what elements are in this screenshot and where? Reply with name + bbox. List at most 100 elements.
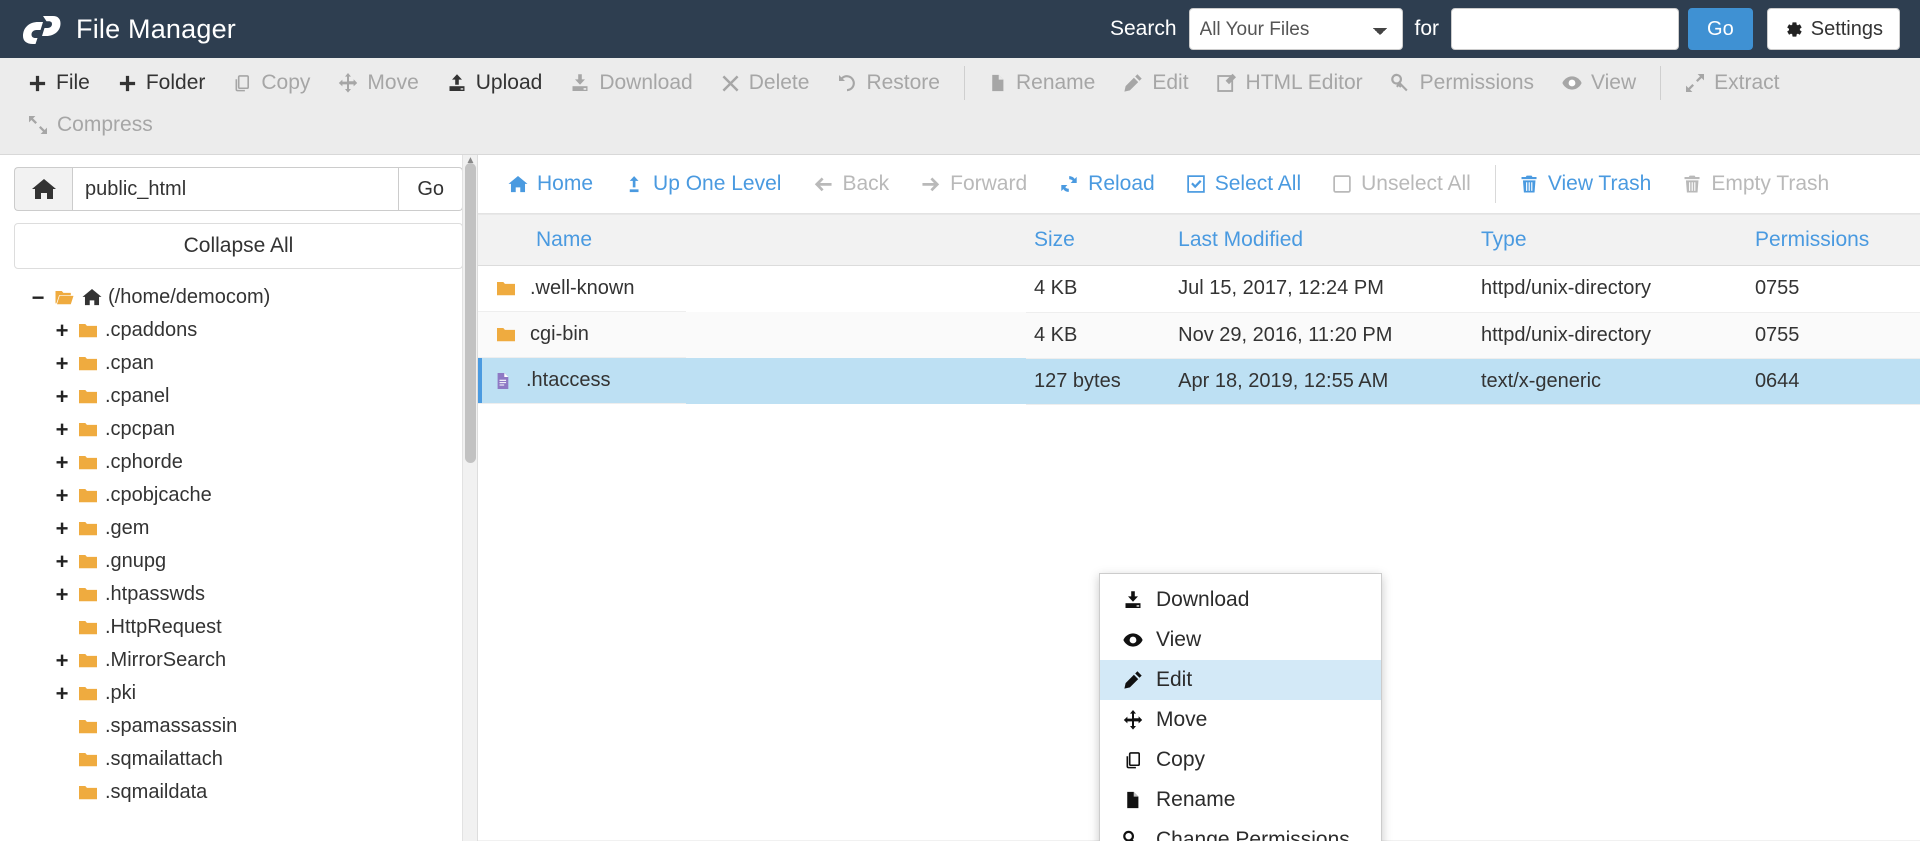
nav-reload-button[interactable]: Reload [1043,166,1171,202]
nav-item-label: View Trash [1547,172,1652,195]
tree-node-htpasswds[interactable]: + .htpasswds [0,578,477,611]
main-panel: Home Up One Level Back Forward Reload Select … [478,155,1920,841]
tree-toggle-icon[interactable]: + [52,385,72,408]
tree-node-pki[interactable]: + .pki [0,677,477,710]
tree-toggle-icon[interactable]: + [52,682,72,705]
column-header-type[interactable]: Type [1472,214,1747,266]
folder-icon [78,355,98,373]
file-name-cell[interactable]: .well-known [478,266,687,312]
toolbar-upload-button[interactable]: Upload [433,64,557,102]
tree-toggle-icon[interactable]: + [52,484,72,507]
toolbar-item-label: Upload [475,71,543,94]
arrow-left-icon [813,175,833,194]
tree-node-spamassassin[interactable]: +.spamassassin [0,710,477,743]
tree-toggle-icon[interactable]: + [52,319,72,342]
collapse-all-button[interactable]: Collapse All [14,223,463,269]
toolbar-permissions-button: Permissions [1377,64,1548,102]
tree-toggle-icon[interactable]: + [52,451,72,474]
context-menu-view-item[interactable]: View [1100,620,1381,660]
tree-toggle-icon[interactable]: + [52,418,72,441]
file-modified-cell: Nov 29, 2016, 11:20 PM [1170,312,1473,359]
file-name-label: .well-known [530,277,635,299]
brand: File Manager [20,12,236,46]
tree-toggle-icon[interactable]: + [52,583,72,606]
file-modified-cell: Apr 18, 2019, 12:55 AM [1170,358,1473,405]
tree-node-sqmaildata[interactable]: +.sqmaildata [0,776,477,809]
file-size-cell: 4 KB [1025,265,1171,313]
compress-icon [28,115,48,135]
file-name-cell[interactable]: .htaccess [478,358,687,404]
nav-home-button[interactable]: Home [492,166,609,202]
column-header-size[interactable]: Size [1025,214,1171,266]
tree-node-cphorde[interactable]: + .cphorde [0,446,477,479]
context-menu-move-item[interactable]: Move [1100,700,1381,740]
tree-node-cpcpan[interactable]: + .cpcpan [0,413,477,446]
toolbar-folder-button[interactable]: Folder [104,64,220,102]
file-permissions-cell: 0755 [1746,312,1920,359]
column-header-last-modified[interactable]: Last Modified [1170,214,1473,266]
path-go-button[interactable]: Go [399,167,463,211]
nav-item-label: Empty Trash [1711,172,1830,195]
tree-node-home-democom[interactable]: − (/home/democom) [0,281,477,314]
tree-node-label: .cphorde [105,451,183,473]
arrow-up-icon [625,175,644,194]
nav-up-one-level-button[interactable]: Up One Level [609,166,797,202]
search-scope-select[interactable]: All Your Files [1188,8,1403,50]
header-search-area: Search All Your Files for Go Settings [1098,8,1900,50]
file-name-cell[interactable]: cgi-bin [478,312,687,358]
sidebar-scroll-thumb[interactable] [465,163,476,463]
path-input[interactable] [72,167,400,211]
file-table-header-row: Name Size Last Modified Type Permissions [478,214,1920,266]
tree-node-sqmailattach[interactable]: +.sqmailattach [0,743,477,776]
undo-icon [837,73,857,93]
sidebar-scrollbar[interactable]: ▲ ▼ [462,155,477,841]
nav-view-trash-button[interactable]: View Trash [1504,166,1668,202]
context-menu-edit-item[interactable]: Edit [1100,660,1381,700]
toolbar-download-button: Download [556,64,706,102]
tree-toggle-icon[interactable]: − [28,286,48,309]
body-split: Go Collapse All − (/home/democom) + .cpaddo… [0,155,1920,841]
table-row[interactable]: cgi-bin 4 KB Nov 29, 2016, 11:20 PM http… [478,312,1920,359]
tree-node-cpobjcache[interactable]: + .cpobjcache [0,479,477,512]
checkbox-empty-icon [1333,174,1352,194]
key-icon [1122,830,1144,841]
tree-toggle-icon[interactable]: + [52,550,72,573]
tree-node-mirrorsearch[interactable]: + .MirrorSearch [0,644,477,677]
tree-toggle-icon[interactable]: + [52,517,72,540]
download-icon [1122,590,1144,610]
folder-icon [78,619,98,637]
toolbar-item-label: Copy [261,71,311,94]
search-input[interactable] [1451,8,1680,50]
context-menu-change-permissions-item[interactable]: Change Permissions [1100,820,1381,841]
folder-icon [78,685,98,703]
tree-node-cpan[interactable]: + .cpan [0,347,477,380]
text-file-icon [496,371,512,391]
context-menu-download-item[interactable]: Download [1100,580,1381,620]
table-row[interactable]: .htaccess 127 bytes Apr 18, 2019, 12:55 … [478,358,1920,405]
toolbar-move-button: Move [324,64,432,102]
tree-toggle-icon[interactable]: + [52,649,72,672]
toolbar-file-button[interactable]: File [14,64,104,102]
column-header-name[interactable]: Name [478,214,1026,266]
copy-icon [1122,751,1144,770]
search-go-button[interactable]: Go [1688,8,1753,50]
context-menu-copy-item[interactable]: Copy [1100,740,1381,780]
settings-label: Settings [1810,17,1883,40]
toolbar-item-label: Download [599,71,693,94]
nav-back-button: Back [797,166,905,202]
tree-node-gnupg[interactable]: + .gnupg [0,545,477,578]
tree-node-cpaddons[interactable]: + .cpaddons [0,314,477,347]
tree-node-cpanel[interactable]: + .cpanel [0,380,477,413]
settings-button[interactable]: Settings [1766,8,1900,50]
nav-select-all-button[interactable]: Select All [1171,166,1317,202]
sidebar-home-button[interactable] [14,167,72,211]
file-size-cell: 4 KB [1025,312,1171,359]
tree-toggle-icon[interactable]: + [52,352,72,375]
tree-node-gem[interactable]: + .gem [0,512,477,545]
context-menu-rename-item[interactable]: Rename [1100,780,1381,820]
column-header-permissions[interactable]: Permissions [1746,214,1920,266]
copy-icon [233,74,252,93]
pencil-icon [1122,670,1144,690]
tree-node-httprequest[interactable]: +.HttpRequest [0,611,477,644]
table-row[interactable]: .well-known 4 KB Jul 15, 2017, 12:24 PM … [478,265,1920,313]
